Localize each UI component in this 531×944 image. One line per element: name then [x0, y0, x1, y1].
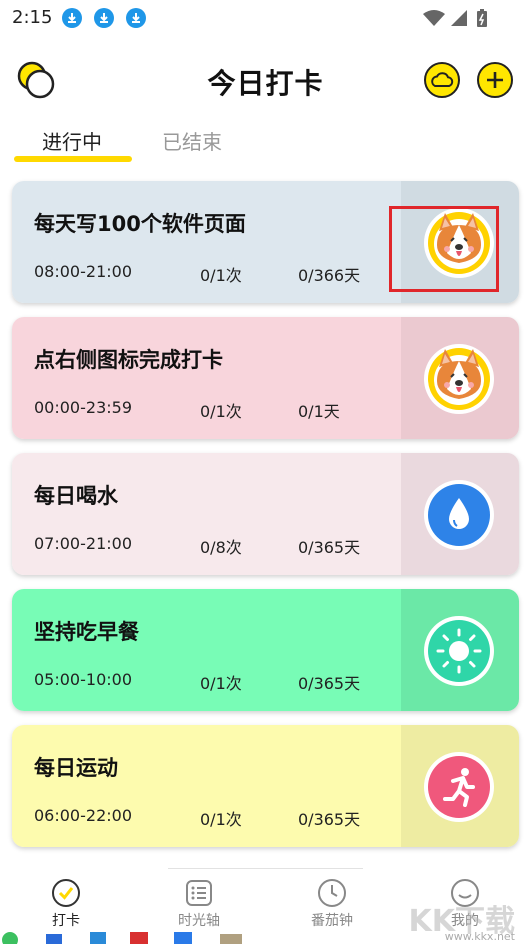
status-icons [423, 9, 487, 27]
card-time-range: 07:00-21:00 [34, 534, 132, 553]
checkin-action[interactable] [401, 725, 519, 847]
checkin-action[interactable] [401, 453, 519, 575]
watermark: KK下载 www.kkx.net [395, 896, 525, 944]
cloud-icon [431, 72, 454, 87]
card-days: 0/365天 [298, 810, 361, 829]
nav-label: 番茄钟 [311, 913, 353, 929]
sun-icon[interactable] [423, 615, 495, 687]
divider [168, 868, 363, 869]
card-time-range: 08:00-21:00 [34, 262, 132, 281]
clock-icon [318, 879, 346, 907]
checkin-card[interactable]: 每日运动 06:00-22:00 0/1次 0/365天 [12, 725, 519, 847]
card-count: 0/1次 [200, 402, 242, 421]
status-bar: 2:15 [0, 0, 531, 36]
download-icon [62, 8, 82, 28]
card-body[interactable]: 每日喝水 07:00-21:00 0/8次 0/365天 [12, 453, 401, 575]
card-time-range: 06:00-22:00 [34, 806, 132, 825]
add-button[interactable] [477, 62, 513, 98]
card-count: 0/1次 [200, 674, 242, 693]
card-body[interactable]: 每天写100个软件页面 08:00-21:00 0/1次 0/366天 [12, 181, 401, 303]
card-days: 0/366天 [298, 266, 361, 285]
card-title: 每日运动 [34, 756, 118, 780]
signal-icon [451, 10, 467, 26]
highlight-box [389, 206, 499, 292]
card-count: 0/1次 [200, 266, 242, 285]
timeline-icon [186, 880, 212, 906]
checkin-card[interactable]: 点右侧图标完成打卡 00:00-23:59 0/1次 0/1天 [12, 317, 519, 439]
app-header: 今日打卡 [0, 50, 531, 110]
card-days: 0/365天 [298, 674, 361, 693]
card-time-range: 00:00-23:59 [34, 398, 132, 417]
water-drop-icon[interactable] [423, 479, 495, 551]
active-tab-indicator [14, 156, 132, 162]
nav-label: 时光轴 [178, 913, 220, 929]
running-icon[interactable] [423, 751, 495, 823]
wifi-icon [423, 10, 445, 26]
tab-in-progress[interactable]: 进行中 [42, 126, 102, 155]
checkin-action[interactable] [401, 317, 519, 439]
checkin-action[interactable] [401, 589, 519, 711]
card-count: 0/1次 [200, 810, 242, 829]
card-body[interactable]: 点右侧图标完成打卡 00:00-23:59 0/1次 0/1天 [12, 317, 401, 439]
download-icon [126, 8, 146, 28]
weather-button[interactable] [424, 62, 460, 98]
card-title: 每天写100个软件页面 [34, 212, 246, 236]
card-body[interactable]: 每日运动 06:00-22:00 0/1次 0/365天 [12, 725, 401, 847]
nav-item-pomodoro[interactable]: 番茄钟 [282, 874, 382, 938]
card-title: 坚持吃早餐 [34, 620, 139, 644]
card-body[interactable]: 坚持吃早餐 05:00-10:00 0/1次 0/365天 [12, 589, 401, 711]
card-title: 每日喝水 [34, 484, 118, 508]
checkin-card[interactable]: 每日喝水 07:00-21:00 0/8次 0/365天 [12, 453, 519, 575]
tab-ended[interactable]: 已结束 [162, 126, 222, 155]
nav-label: 打卡 [52, 913, 80, 929]
checkin-icon [52, 879, 80, 907]
download-icon [94, 8, 114, 28]
watermark-url: www.kkx.net [444, 930, 515, 943]
card-days: 0/1天 [298, 402, 340, 421]
checkin-card[interactable]: 坚持吃早餐 05:00-10:00 0/1次 0/365天 [12, 589, 519, 711]
plus-icon [487, 72, 503, 88]
card-title: 点右侧图标完成打卡 [34, 348, 223, 372]
corgi-icon[interactable] [423, 343, 495, 415]
card-time-range: 05:00-10:00 [34, 670, 132, 689]
overlay-app-icons [2, 932, 242, 944]
card-days: 0/365天 [298, 538, 361, 557]
card-count: 0/8次 [200, 538, 242, 557]
status-tabs: 进行中 已结束 [0, 120, 531, 164]
battery-icon [477, 11, 487, 27]
status-time: 2:15 [12, 7, 53, 28]
